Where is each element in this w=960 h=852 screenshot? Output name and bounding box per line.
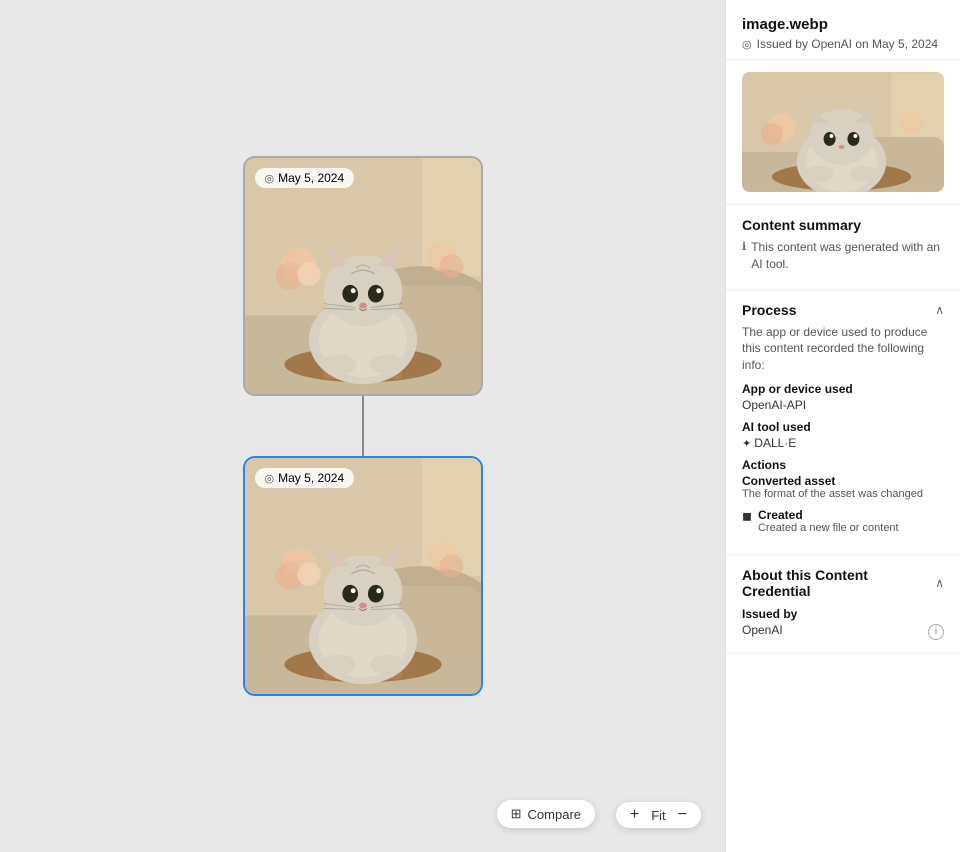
process-description: The app or device used to produce this c…: [742, 324, 944, 374]
ai-tool-value-text: DALL·E: [754, 436, 796, 450]
zoom-out-button[interactable]: −: [676, 807, 689, 823]
app-label: App or device used: [742, 382, 944, 396]
bottom-c2pa-icon: ◎: [265, 472, 275, 485]
panel-title: image.webp: [742, 16, 944, 33]
process-title: Process: [742, 302, 796, 318]
zoom-in-button[interactable]: +: [628, 807, 641, 823]
thumbnail-container: [726, 60, 960, 205]
content-summary-title: Content summary: [742, 217, 861, 233]
top-date-label: May 5, 2024: [278, 171, 344, 185]
bottom-date-label: May 5, 2024: [278, 471, 344, 485]
process-header: Process ∧: [742, 302, 944, 318]
content-summary-info-row: ℹ This content was generated with an AI …: [742, 239, 944, 273]
issued-by-label: Issued by: [742, 607, 944, 621]
left-panel: ◎ May 5, 2024: [0, 0, 725, 852]
top-c2pa-icon: ◎: [265, 172, 275, 185]
converted-action-desc: The format of the asset was changed: [742, 488, 944, 500]
right-panel: image.webp ◎ Issued by OpenAI on May 5, …: [725, 0, 960, 852]
created-action-row: ◼ Created Created a new file or content: [742, 508, 944, 534]
thumbnail: [742, 72, 944, 192]
top-date-badge: ◎ May 5, 2024: [255, 168, 355, 188]
issued-by-subtitle: Issued by OpenAI on May 5, 2024: [757, 37, 938, 51]
issued-by-row: OpenAI i: [742, 623, 944, 641]
content-summary-section: Content summary ℹ This content was gener…: [726, 205, 960, 290]
created-action-desc: Created a new file or content: [758, 522, 899, 534]
compare-label: Compare: [528, 807, 581, 822]
about-title: About this Content Credential: [742, 567, 935, 599]
app-value: OpenAI-API: [742, 398, 944, 412]
c2pa-header-icon: ◎: [742, 38, 752, 51]
issued-by-value: OpenAI: [742, 623, 783, 637]
bottom-date-badge: ◎ May 5, 2024: [255, 468, 355, 488]
created-action-icon: ◼: [742, 509, 752, 523]
compare-button[interactable]: ⊞ Compare: [497, 800, 595, 828]
about-chevron[interactable]: ∧: [935, 576, 944, 590]
content-summary-header: Content summary: [742, 217, 944, 233]
content-summary-text: This content was generated with an AI to…: [751, 239, 944, 273]
about-section: About this Content Credential ∧ Issued b…: [726, 555, 960, 654]
connector-line: [362, 396, 364, 456]
canvas-area: ◎ May 5, 2024: [113, 76, 613, 776]
bottom-image-card[interactable]: ◎ May 5, 2024: [243, 456, 483, 696]
top-image-card[interactable]: ◎ May 5, 2024: [243, 156, 483, 396]
dall-e-icon: ✦: [742, 438, 754, 450]
actions-label: Actions: [742, 458, 944, 472]
about-header: About this Content Credential ∧: [742, 567, 944, 599]
panel-subtitle: ◎ Issued by OpenAI on May 5, 2024: [742, 37, 944, 51]
issued-by-info-button[interactable]: i: [928, 624, 944, 640]
top-cat-image: [245, 158, 481, 394]
converted-action-name: Converted asset: [742, 474, 944, 488]
ai-tool-value: ✦ DALL·E: [742, 436, 944, 450]
created-action-content: Created Created a new file or content: [758, 508, 899, 534]
process-section: Process ∧ The app or device used to prod…: [726, 290, 960, 555]
created-action-name: Created: [758, 508, 899, 522]
fit-label: Fit: [651, 808, 665, 823]
zoom-controls: + Fit −: [616, 802, 701, 828]
action-created: ◼ Created Created a new file or content: [742, 508, 944, 534]
panel-header: image.webp ◎ Issued by OpenAI on May 5, …: [726, 0, 960, 60]
bottom-cat-image: [245, 458, 481, 694]
process-chevron[interactable]: ∧: [935, 303, 944, 317]
ai-tool-label: AI tool used: [742, 420, 944, 434]
info-icon: ℹ: [742, 240, 746, 253]
compare-icon: ⊞: [511, 806, 522, 822]
action-converted: Converted asset The format of the asset …: [742, 474, 944, 500]
